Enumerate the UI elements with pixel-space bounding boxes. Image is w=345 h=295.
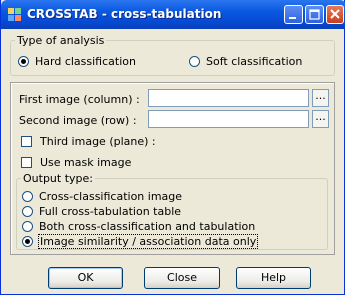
radio-dot[interactable]	[22, 191, 33, 202]
checkbox-box[interactable]	[21, 157, 32, 168]
ok-button[interactable]: OK	[48, 267, 123, 289]
analysis-type-legend: Type of analysis	[17, 34, 105, 47]
third-image-checkbox[interactable]: Third image (plane) :	[21, 135, 156, 148]
second-image-label: Second image (row) :	[19, 114, 137, 127]
radio-dot[interactable]	[22, 236, 33, 247]
maximize-button[interactable]	[305, 5, 324, 24]
output-type-legend: Output type:	[23, 172, 93, 185]
radio-full-tabulation[interactable]: Full cross-tabulation table	[22, 205, 181, 218]
checkbox-label: Use mask image	[40, 156, 132, 169]
radio-soft-classification[interactable]: Soft classification	[189, 55, 302, 68]
checkbox-box[interactable]	[21, 136, 32, 147]
help-button[interactable]: Help	[236, 267, 311, 289]
use-mask-checkbox[interactable]: Use mask image	[21, 156, 131, 169]
minimize-button[interactable]	[284, 5, 303, 24]
radio-similarity-only[interactable]: Image similarity / association data only	[22, 234, 259, 249]
close-button[interactable]: Close	[144, 267, 220, 289]
radio-dot[interactable]	[22, 221, 33, 232]
radio-label: Both cross-classification and tabulation	[39, 220, 256, 233]
first-image-label: First image (column) :	[19, 93, 140, 106]
radio-label: Hard classification	[35, 55, 136, 68]
title-bar[interactable]: CROSSTAB - cross-tabulation	[1, 0, 345, 29]
radio-label: Soft classification	[206, 55, 303, 68]
radio-label: Image similarity / association data only	[37, 234, 259, 249]
radio-cross-classification-image[interactable]: Cross-classification image	[22, 190, 182, 203]
checkbox-label: Third image (plane) :	[40, 135, 156, 148]
minimize-icon	[289, 17, 296, 19]
radio-dot[interactable]	[189, 56, 200, 67]
crosstab-window: CROSSTAB - cross-tabulation Type of anal…	[0, 0, 345, 295]
app-grid-icon	[8, 8, 22, 22]
radio-label: Cross-classification image	[39, 190, 183, 203]
second-image-browse-button[interactable]: ...	[312, 110, 329, 128]
window-title: CROSSTAB - cross-tabulation	[27, 7, 222, 21]
maximize-icon	[309, 9, 320, 20]
radio-dot[interactable]	[18, 56, 29, 67]
first-image-input[interactable]	[148, 89, 309, 107]
first-image-browse-button[interactable]: ...	[312, 89, 329, 107]
close-window-button[interactable]	[326, 5, 344, 24]
close-icon	[330, 9, 340, 19]
second-image-input[interactable]	[148, 110, 309, 128]
radio-both-outputs[interactable]: Both cross-classification and tabulation	[22, 220, 255, 233]
radio-dot[interactable]	[22, 206, 33, 217]
radio-label: Full cross-tabulation table	[39, 205, 182, 218]
radio-hard-classification[interactable]: Hard classification	[18, 55, 136, 68]
